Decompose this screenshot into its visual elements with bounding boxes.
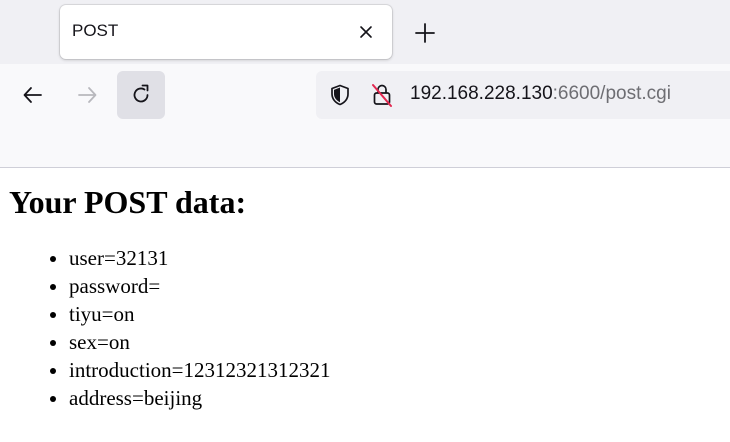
reload-button[interactable] xyxy=(117,71,165,119)
list-item: address=beijing xyxy=(69,384,730,412)
page-heading: Your POST data: xyxy=(9,184,247,220)
tab-title: POST xyxy=(72,21,119,40)
tab-strip: POST xyxy=(0,0,730,64)
list-item: password= xyxy=(69,272,730,300)
lock-strikethrough-icon[interactable] xyxy=(370,82,394,113)
page-content: Your POST data: user=32131 password= tiy… xyxy=(0,168,730,412)
list-item: introduction=12312321312321 xyxy=(69,356,730,384)
reload-icon xyxy=(133,84,149,103)
url-host: 192.168.228.130 xyxy=(410,83,553,104)
shield-icon[interactable] xyxy=(328,83,352,112)
arrow-right-icon xyxy=(78,87,97,103)
plus-icon[interactable] xyxy=(412,20,438,46)
url-text[interactable]: 192.168.228.130:6600/post.cgi xyxy=(410,83,671,105)
list-item: sex=on xyxy=(69,328,730,356)
url-bar[interactable]: 192.168.228.130:6600/post.cgi xyxy=(316,71,730,119)
url-path: :6600/post.cgi xyxy=(552,83,671,104)
list-item: tiyu=on xyxy=(69,300,730,328)
back-button[interactable] xyxy=(9,71,57,119)
list-item: user=32131 xyxy=(69,244,730,272)
close-icon[interactable] xyxy=(354,20,378,44)
post-data-list: user=32131 password= tiyu=on sex=on intr… xyxy=(0,244,730,412)
navigation-toolbar: 192.168.228.130:6600/post.cgi xyxy=(0,64,730,168)
tab-post[interactable]: POST xyxy=(60,5,392,59)
forward-button[interactable] xyxy=(63,71,111,119)
arrow-left-icon xyxy=(23,87,42,103)
